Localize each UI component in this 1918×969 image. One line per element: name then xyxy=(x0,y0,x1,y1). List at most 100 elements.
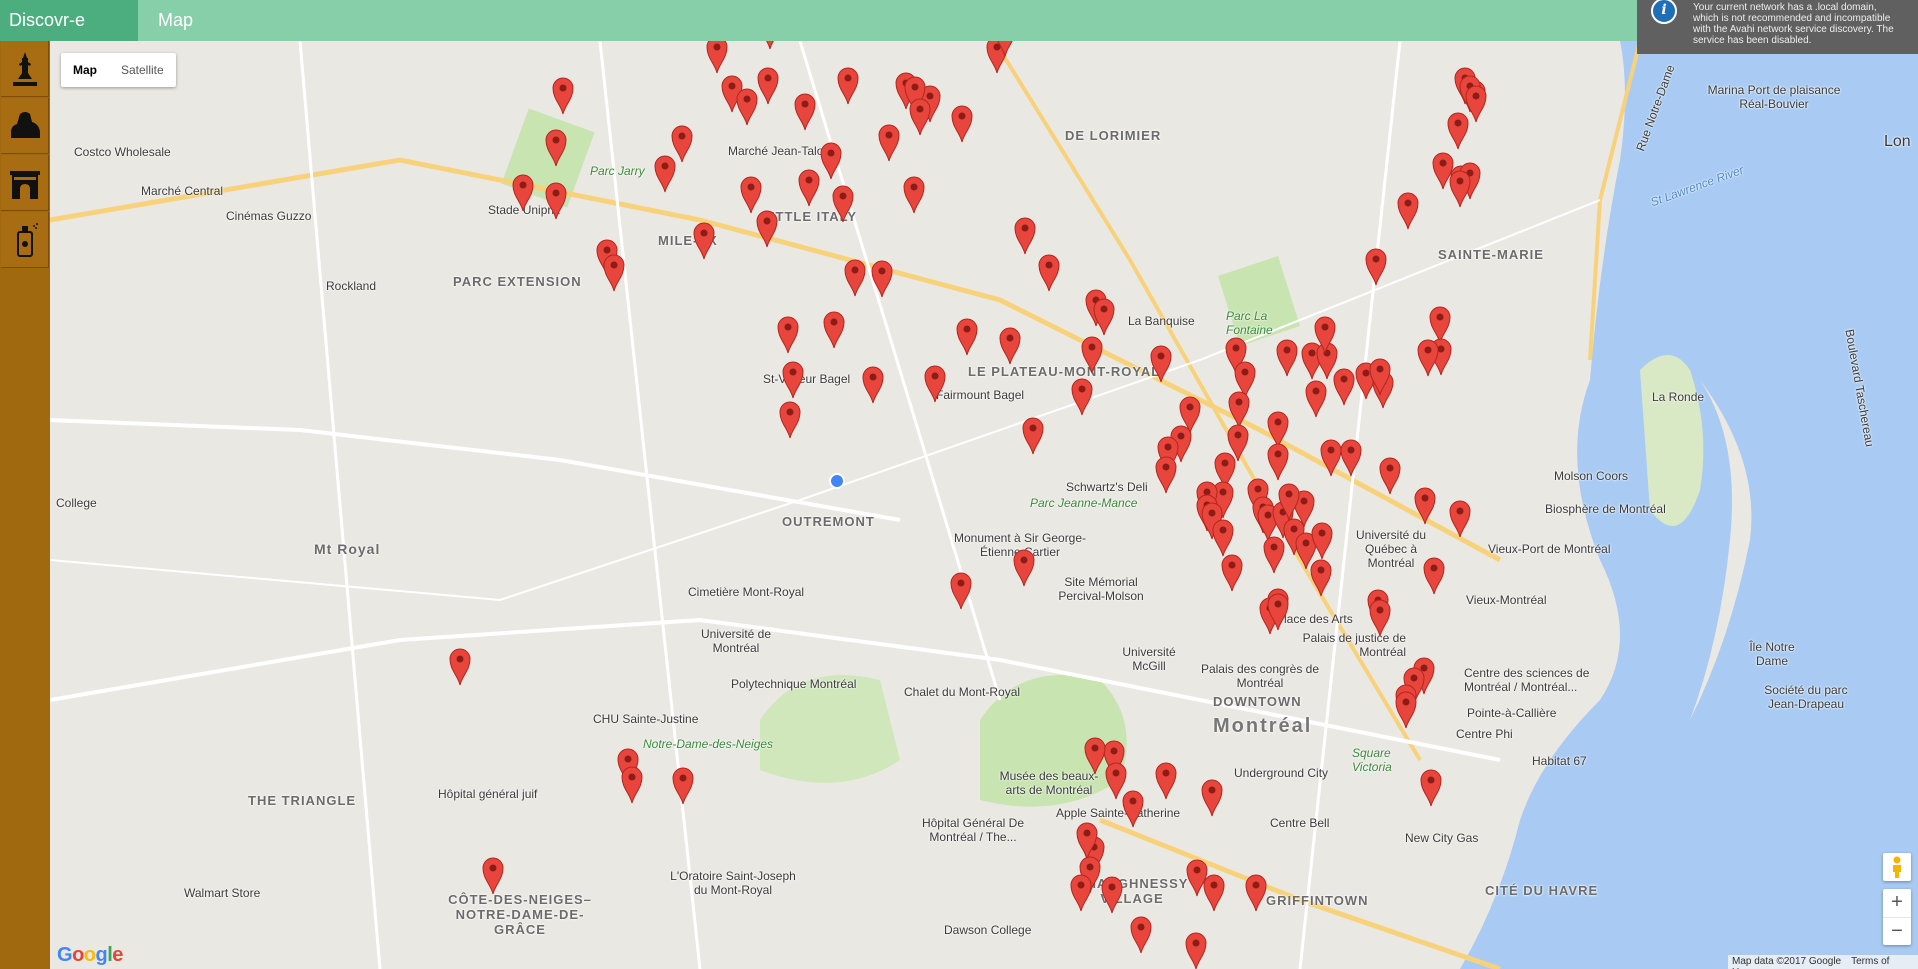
map-marker[interactable] xyxy=(512,174,534,212)
map-marker[interactable] xyxy=(1084,737,1106,775)
map-marker[interactable] xyxy=(1311,522,1333,560)
map-marker[interactable] xyxy=(1076,822,1098,860)
google-logo[interactable]: Google xyxy=(57,944,123,967)
map-marker[interactable] xyxy=(1093,298,1115,336)
map-marker[interactable] xyxy=(1276,339,1298,377)
zoom-in-button[interactable]: + xyxy=(1883,889,1911,918)
pegman-button[interactable] xyxy=(1883,853,1911,881)
map-marker[interactable] xyxy=(757,67,779,105)
tab-map[interactable]: Map xyxy=(158,0,193,41)
map-marker[interactable] xyxy=(950,572,972,610)
monument-category-button[interactable] xyxy=(1,155,49,211)
map-marker[interactable] xyxy=(1150,345,1172,383)
map-marker[interactable] xyxy=(1310,559,1332,597)
spray-can-category-button[interactable] xyxy=(1,212,49,268)
map-marker[interactable] xyxy=(1155,762,1177,800)
map-marker[interactable] xyxy=(693,222,715,260)
map-marker[interactable] xyxy=(603,254,625,292)
map-marker[interactable] xyxy=(1449,500,1471,538)
map-marker[interactable] xyxy=(1447,112,1469,150)
map-marker[interactable] xyxy=(1022,417,1044,455)
map-canvas[interactable]: Costco Wholesale Marché Central Cinémas … xyxy=(50,41,1918,969)
map-marker[interactable] xyxy=(552,77,574,115)
map-marker[interactable] xyxy=(1245,874,1267,912)
map-marker[interactable] xyxy=(1081,336,1103,374)
map-marker[interactable] xyxy=(1267,593,1289,631)
map-marker[interactable] xyxy=(756,210,778,248)
map-marker[interactable] xyxy=(951,105,973,143)
map-marker[interactable] xyxy=(871,260,893,298)
map-marker[interactable] xyxy=(1155,456,1177,494)
sphinx-category-button[interactable] xyxy=(1,98,49,154)
map-marker[interactable] xyxy=(794,93,816,131)
map-marker[interactable] xyxy=(820,142,842,180)
map-marker[interactable] xyxy=(1320,439,1342,477)
map-marker[interactable] xyxy=(1101,876,1123,914)
map-marker[interactable] xyxy=(672,767,694,805)
map-marker[interactable] xyxy=(1417,339,1439,377)
map-marker[interactable] xyxy=(779,401,801,439)
map-marker[interactable] xyxy=(1278,483,1300,521)
map-marker[interactable] xyxy=(1070,874,1092,912)
map-marker[interactable] xyxy=(1122,790,1144,828)
map-marker[interactable] xyxy=(1340,439,1362,477)
map-marker[interactable] xyxy=(1212,519,1234,557)
map-marker[interactable] xyxy=(903,176,925,214)
map-marker[interactable] xyxy=(956,318,978,356)
map-type-satellite-button[interactable]: Satellite xyxy=(109,53,176,87)
map-marker[interactable] xyxy=(706,41,728,74)
map-marker[interactable] xyxy=(759,41,781,50)
map-marker[interactable] xyxy=(545,182,567,220)
map-marker[interactable] xyxy=(837,67,859,105)
map-marker[interactable] xyxy=(1369,599,1391,637)
map-marker[interactable] xyxy=(482,857,504,895)
zoom-out-button[interactable]: − xyxy=(1883,918,1911,946)
map-marker[interactable] xyxy=(1397,192,1419,230)
map-type-map-button[interactable]: Map xyxy=(61,53,109,87)
map-marker[interactable] xyxy=(924,365,946,403)
map-marker[interactable] xyxy=(1014,217,1036,255)
map-marker[interactable] xyxy=(862,366,884,404)
map-marker[interactable] xyxy=(1423,557,1445,595)
brand-title[interactable]: Discovr-e xyxy=(0,0,138,41)
map-data-credit[interactable]: Map data ©2017 Google xyxy=(1732,956,1841,967)
map-marker[interactable] xyxy=(1379,457,1401,495)
label-vieux-port: Vieux-Port de Montréal xyxy=(1488,542,1611,556)
map-marker[interactable] xyxy=(1221,554,1243,592)
map-marker[interactable] xyxy=(798,169,820,207)
map-marker[interactable] xyxy=(777,316,799,354)
map-marker[interactable] xyxy=(1130,916,1152,954)
map-marker[interactable] xyxy=(740,176,762,214)
map-marker[interactable] xyxy=(1314,316,1336,354)
map-marker[interactable] xyxy=(449,648,471,686)
map-marker[interactable] xyxy=(1369,358,1391,396)
map-marker[interactable] xyxy=(545,129,567,167)
map-marker[interactable] xyxy=(832,185,854,223)
map-marker[interactable] xyxy=(1071,378,1093,416)
statue-category-button[interactable] xyxy=(1,41,49,97)
map-marker[interactable] xyxy=(878,124,900,162)
map-marker[interactable] xyxy=(1333,368,1355,406)
map-marker[interactable] xyxy=(736,88,758,126)
map-marker[interactable] xyxy=(1414,487,1436,525)
map-marker[interactable] xyxy=(1013,549,1035,587)
map-marker[interactable] xyxy=(1449,170,1471,208)
map-marker[interactable] xyxy=(823,311,845,349)
map-marker[interactable] xyxy=(1263,536,1285,574)
map-marker[interactable] xyxy=(654,155,676,193)
map-marker[interactable] xyxy=(782,361,804,399)
map-marker[interactable] xyxy=(1185,932,1207,969)
map-marker[interactable] xyxy=(1305,380,1327,418)
map-marker[interactable] xyxy=(994,41,1016,57)
map-marker[interactable] xyxy=(621,766,643,804)
map-marker[interactable] xyxy=(1038,254,1060,292)
map-marker[interactable] xyxy=(1365,248,1387,286)
map-marker[interactable] xyxy=(1420,769,1442,807)
map-marker[interactable] xyxy=(844,259,866,297)
map-marker[interactable] xyxy=(1203,874,1225,912)
map-marker[interactable] xyxy=(1395,691,1417,729)
map-marker[interactable] xyxy=(909,98,931,136)
map-marker[interactable] xyxy=(1201,779,1223,817)
map-marker[interactable] xyxy=(1267,443,1289,481)
map-marker[interactable] xyxy=(999,327,1021,365)
